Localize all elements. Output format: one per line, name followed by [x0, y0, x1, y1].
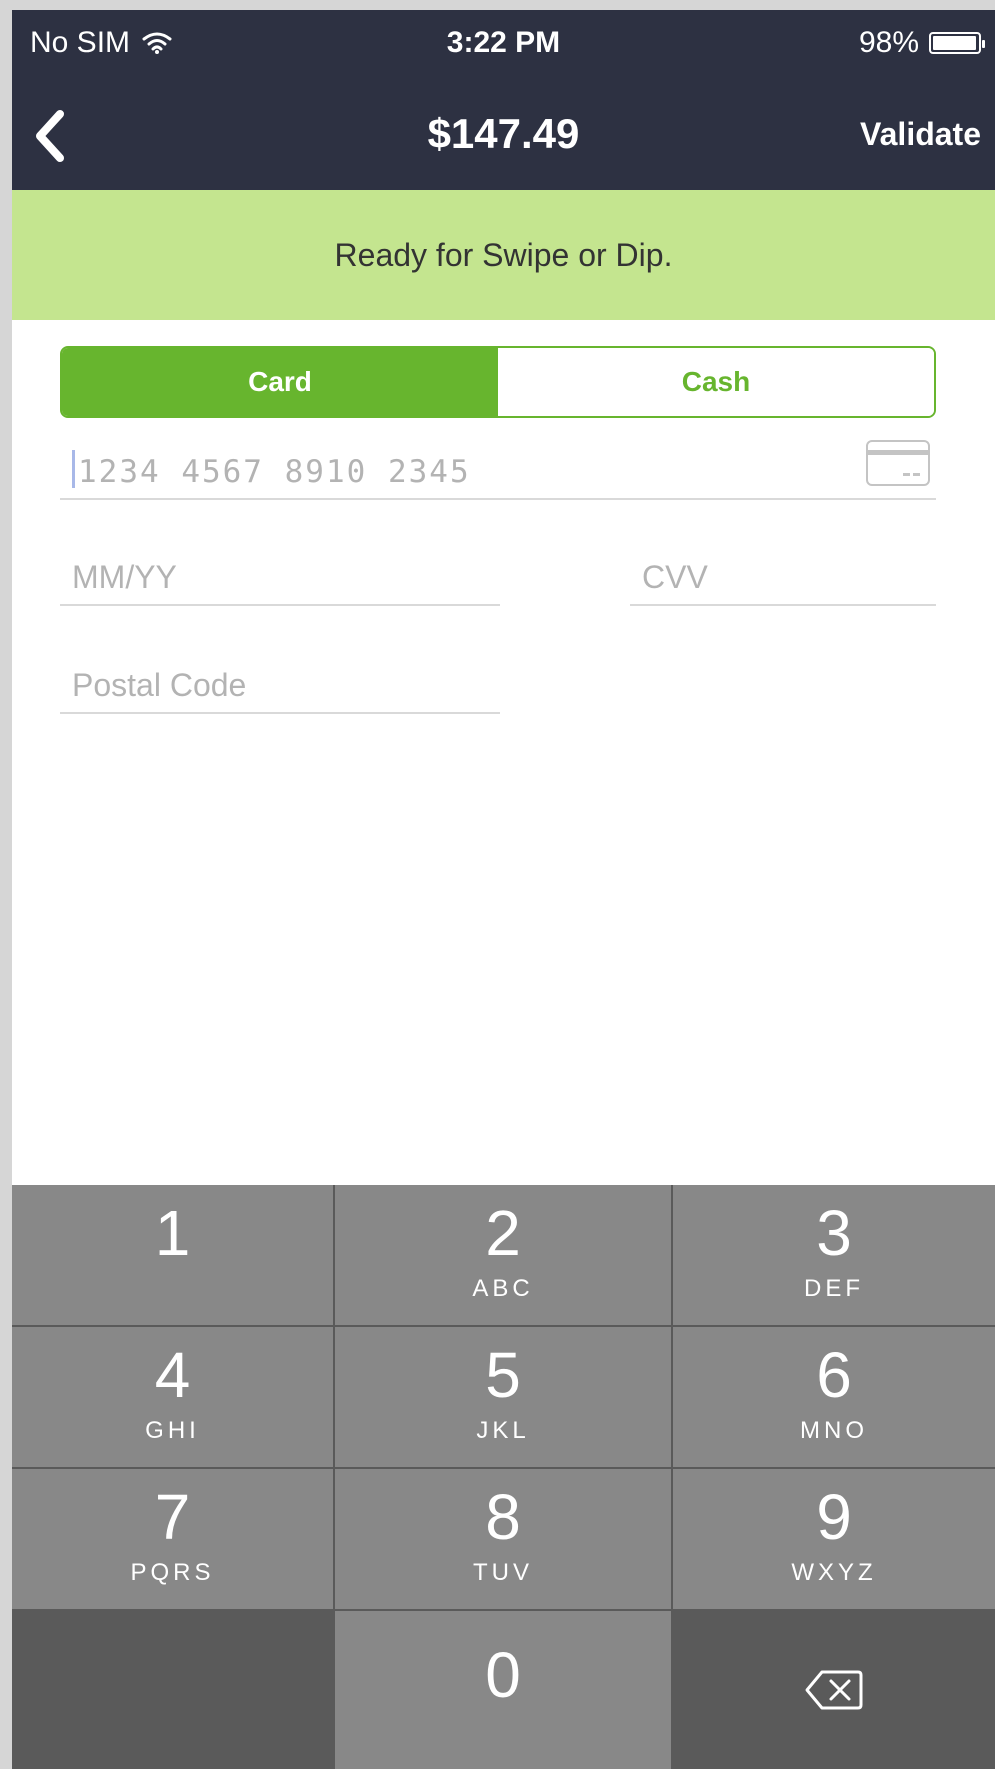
expiry-placeholder: MM/YY — [72, 559, 177, 595]
clock: 3:22 PM — [446, 26, 561, 59]
credit-card-icon — [866, 440, 930, 486]
key-digit: 4 — [154, 1339, 191, 1411]
key-digit: 5 — [485, 1339, 521, 1411]
key-digit: 0 — [485, 1639, 521, 1711]
key-digit: 6 — [816, 1339, 852, 1411]
key-digit: 7 — [154, 1481, 191, 1553]
key-digit: 8 — [485, 1481, 521, 1553]
text-cursor — [72, 450, 75, 488]
key-1[interactable]: 1 — [12, 1185, 333, 1325]
cvv-field[interactable]: CVV — [630, 536, 936, 606]
key-8[interactable]: 8 TUV — [335, 1469, 671, 1609]
payment-method-toggle: Card Cash — [60, 346, 936, 418]
key-0[interactable]: 0 — [335, 1611, 671, 1769]
key-letters: GHI — [145, 1417, 200, 1444]
card-stripe — [868, 450, 928, 455]
card-dash — [913, 473, 920, 476]
expiry-field[interactable]: MM/YY — [60, 536, 500, 606]
tab-card[interactable]: Card — [62, 348, 498, 416]
key-letters: JKL — [476, 1417, 530, 1444]
cvv-placeholder: CVV — [642, 559, 708, 595]
amount-title: $147.49 — [427, 110, 580, 157]
battery-icon — [929, 32, 985, 54]
key-9[interactable]: 9 WXYZ — [673, 1469, 995, 1609]
postal-code-field[interactable]: Postal Code — [60, 644, 500, 714]
key-5[interactable]: 5 JKL — [335, 1327, 671, 1467]
battery-fill — [933, 36, 976, 50]
key-4[interactable]: 4 GHI — [12, 1327, 333, 1467]
postal-code-placeholder: Postal Code — [72, 667, 247, 703]
validate-button[interactable]: Validate — [860, 116, 981, 153]
key-digit: 2 — [485, 1197, 521, 1269]
card-number-placeholder: 1234 4567 8910 2345 — [78, 454, 471, 490]
numeric-keypad: 1 2 ABC 3 DEF 4 GHI 5 JKL 6 MNO 7 PQRS 8 — [12, 1185, 995, 1769]
payment-screen: No SIM 3:22 PM 98% $147.49 Validate Read… — [12, 10, 995, 1769]
key-digit: 9 — [816, 1481, 852, 1553]
delete-key[interactable] — [673, 1611, 995, 1769]
battery-group: 98% — [858, 26, 985, 60]
backspace-icon — [805, 1670, 863, 1710]
key-letters: WXYZ — [791, 1559, 877, 1586]
tab-cash[interactable]: Cash — [498, 348, 934, 416]
card-dash — [903, 473, 910, 476]
key-7[interactable]: 7 PQRS — [12, 1469, 333, 1609]
key-letters: ABC — [472, 1275, 534, 1302]
key-2[interactable]: 2 ABC — [335, 1185, 671, 1325]
key-letters: MNO — [800, 1417, 868, 1444]
key-letters: TUV — [473, 1559, 533, 1586]
reader-status-banner: Ready for Swipe or Dip. — [12, 190, 995, 320]
key-digit: 3 — [816, 1197, 852, 1269]
nav-bar: $147.49 Validate — [12, 80, 995, 190]
key-3[interactable]: 3 DEF — [673, 1185, 995, 1325]
key-digit: 1 — [154, 1197, 191, 1269]
battery-percent: 98% — [858, 26, 919, 59]
key-blank — [12, 1611, 333, 1769]
card-number-field[interactable]: 1234 4567 8910 2345 — [60, 430, 936, 500]
key-6[interactable]: 6 MNO — [673, 1327, 995, 1467]
battery-tip — [982, 40, 985, 48]
key-letters: DEF — [804, 1275, 864, 1302]
status-bar: No SIM 3:22 PM 98% — [12, 10, 995, 80]
key-letters: PQRS — [130, 1559, 215, 1586]
